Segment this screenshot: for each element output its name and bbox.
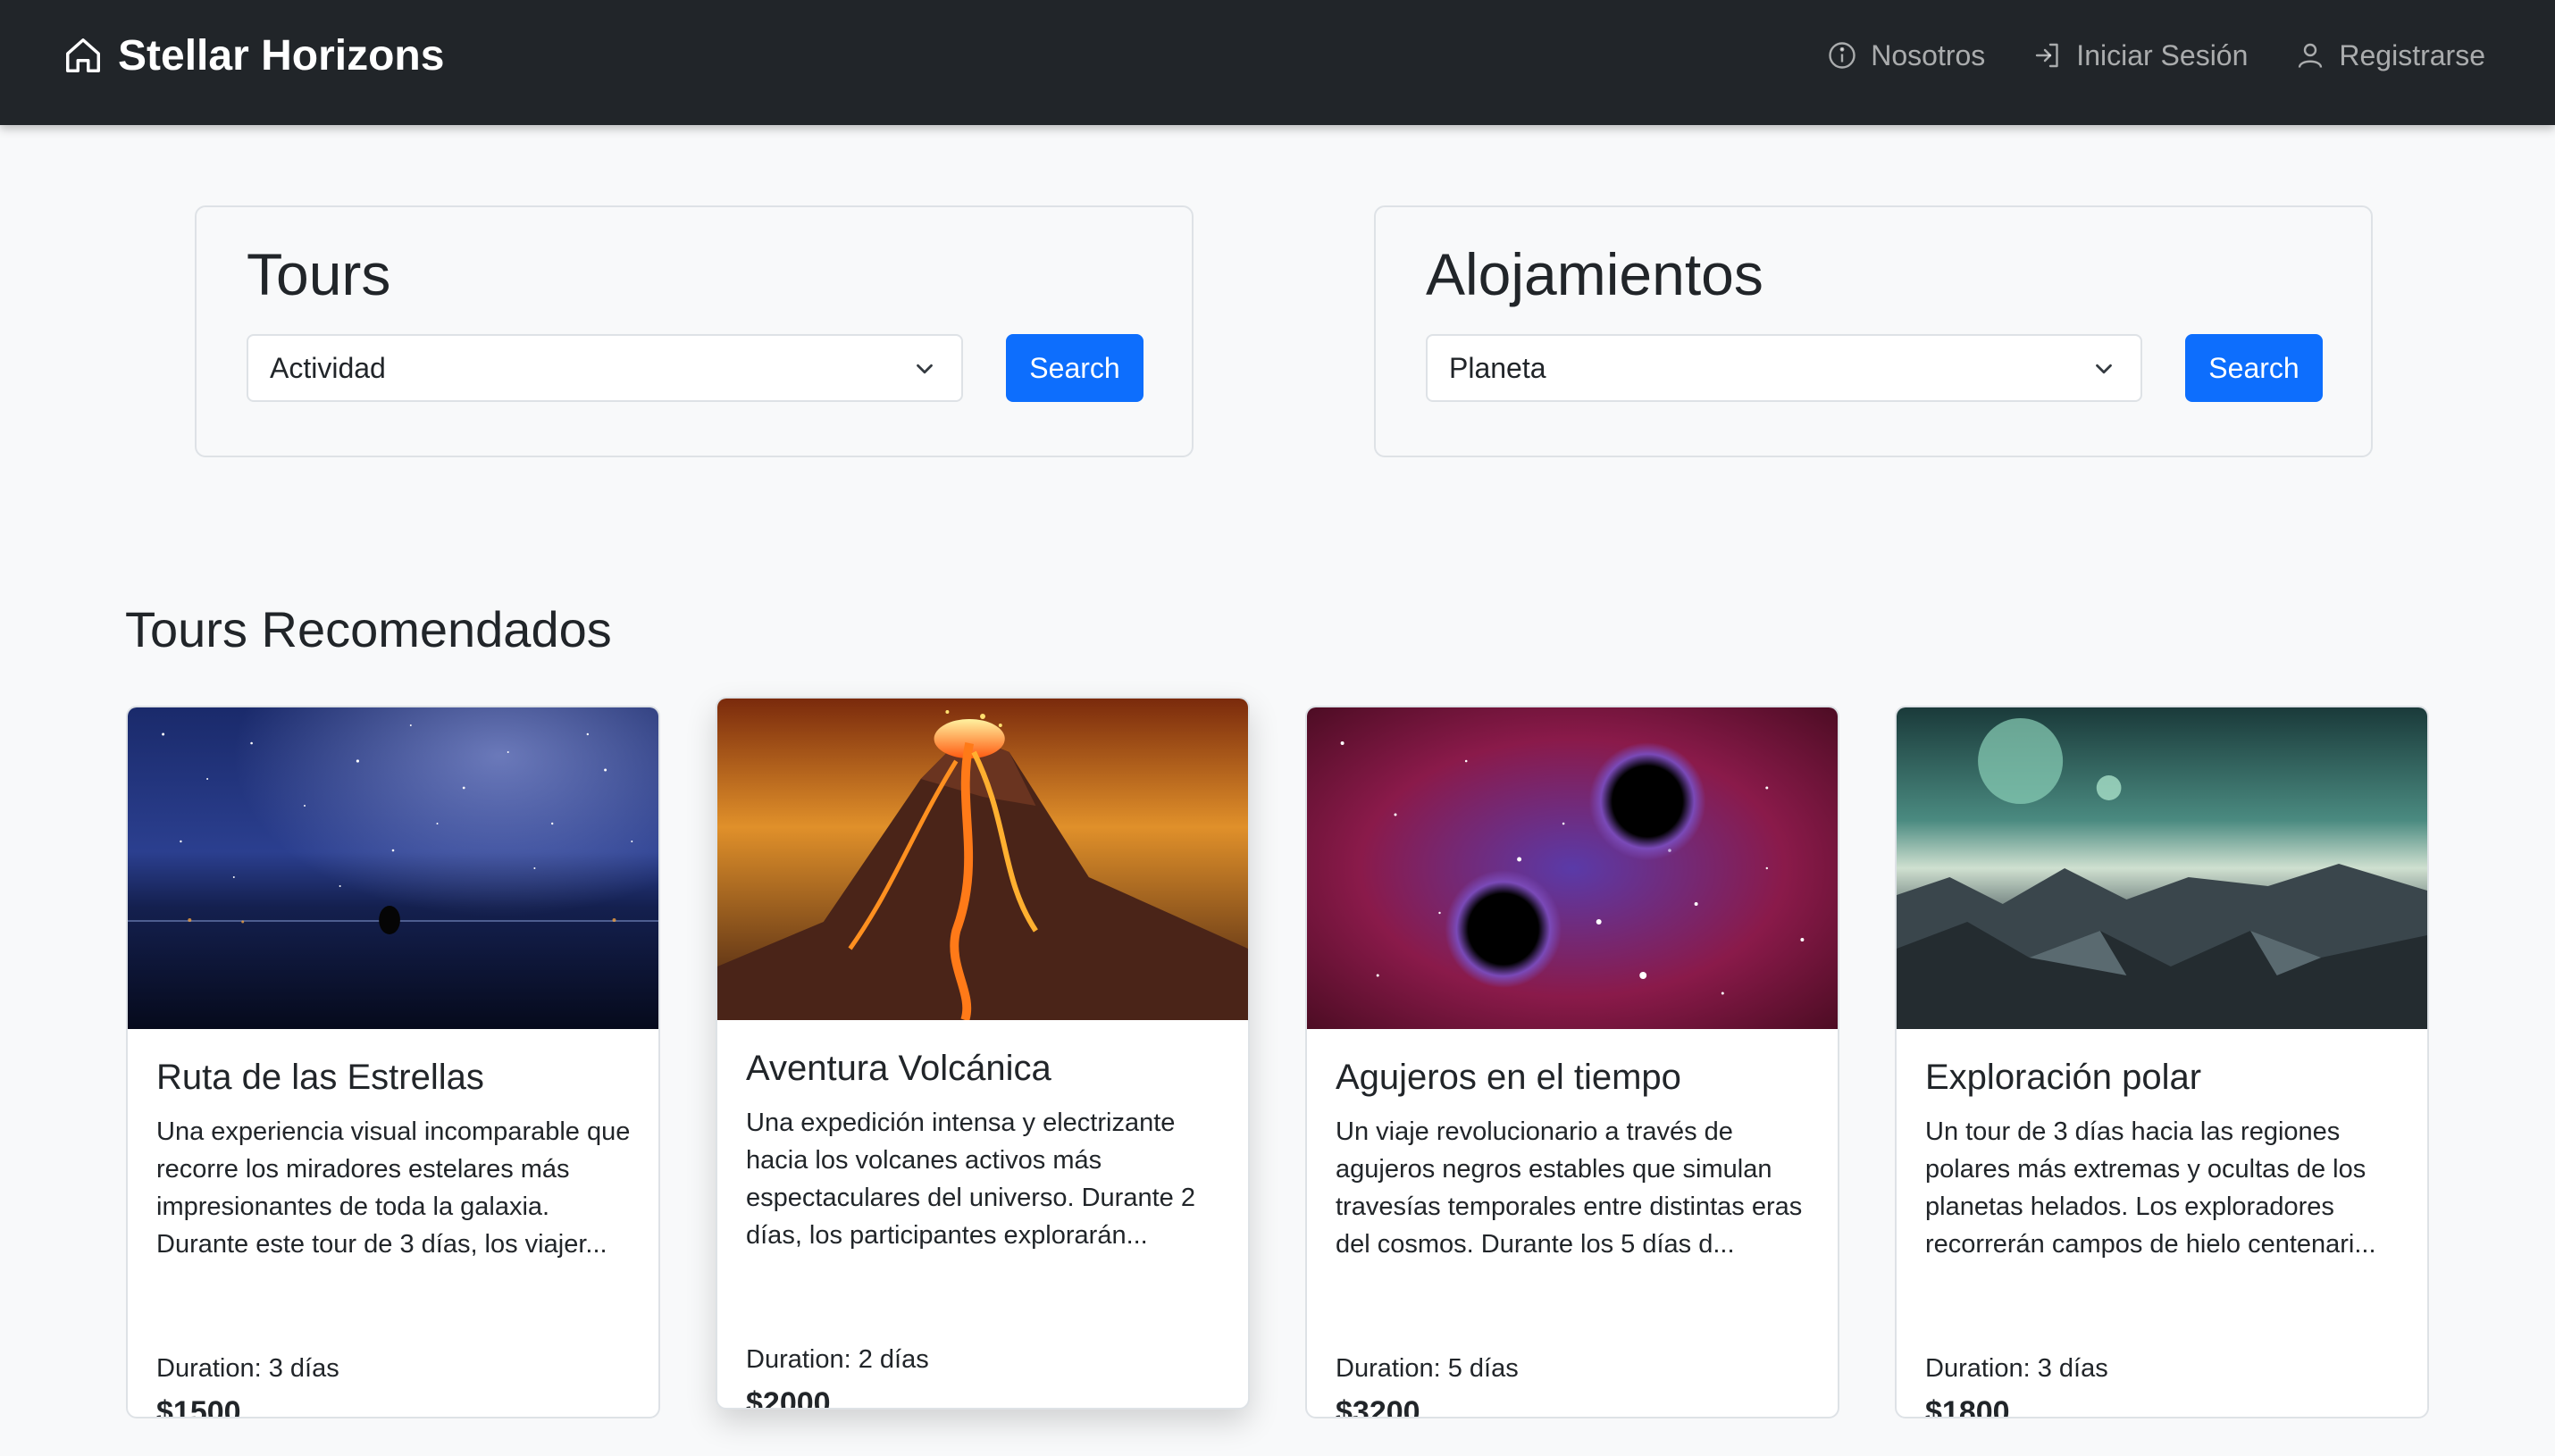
planet-select-value: Planeta bbox=[1449, 351, 1546, 384]
tour-image-polar-landscape bbox=[1897, 707, 2427, 1029]
tours-search-title: Tours bbox=[247, 241, 391, 307]
tour-card-agujeros-tiempo[interactable]: Agujeros en el tiempo Un viaje revolucio… bbox=[1305, 706, 1839, 1418]
tour-card-body: Ruta de las Estrellas Una experiencia vi… bbox=[156, 1056, 633, 1417]
tour-price: $2000 bbox=[746, 1386, 831, 1410]
nav-link-nosotros[interactable]: Nosotros bbox=[1826, 39, 1985, 72]
lodging-search-title: Alojamientos bbox=[1426, 241, 1763, 307]
activity-select-value: Actividad bbox=[270, 351, 386, 384]
tour-title: Exploración polar bbox=[1925, 1058, 2202, 1097]
nav-link-label: Nosotros bbox=[1871, 38, 1986, 71]
planet-select[interactable]: Planeta bbox=[1426, 334, 2142, 402]
nav-link-login[interactable]: Iniciar Sesión bbox=[2031, 39, 2248, 72]
tour-price: $3200 bbox=[1336, 1395, 1420, 1418]
user-icon bbox=[2299, 43, 2323, 68]
tour-title: Ruta de las Estrellas bbox=[156, 1058, 484, 1097]
nav-links: Nosotros Iniciar Sesión Registrarse bbox=[1826, 0, 2485, 111]
navbar: Stellar Horizons Nosotros Iniciar Sesión… bbox=[0, 0, 2555, 125]
tour-duration: Duration: 3 días bbox=[156, 1354, 339, 1383]
nav-link-label: Registrarse bbox=[2339, 38, 2485, 71]
nav-link-register[interactable]: Registrarse bbox=[2294, 39, 2485, 72]
tour-image-black-holes bbox=[1307, 707, 1838, 1029]
tour-duration: Duration: 3 días bbox=[1925, 1354, 2108, 1383]
lodging-search-button[interactable]: Search bbox=[2185, 334, 2323, 402]
lodging-search-card: Alojamientos Planeta Search bbox=[1374, 205, 2373, 457]
chevron-down-icon bbox=[2096, 364, 2112, 374]
tour-duration: Duration: 5 días bbox=[1336, 1354, 1519, 1383]
tour-card-exploracion-polar[interactable]: Exploración polar Un tour de 3 días haci… bbox=[1895, 706, 2429, 1418]
tour-description: Un tour de 3 días hacia las regiones pol… bbox=[1925, 1117, 2376, 1259]
tour-description: Un viaje revolucionario a través de aguj… bbox=[1336, 1117, 1803, 1259]
tour-description: Una experiencia visual incomparable que … bbox=[156, 1117, 631, 1259]
tour-title: Agujeros en el tiempo bbox=[1336, 1058, 1681, 1097]
activity-select[interactable]: Actividad bbox=[247, 334, 963, 402]
home-icon bbox=[66, 38, 100, 72]
tour-image-starry-sky bbox=[128, 707, 658, 1029]
brand-link[interactable]: Stellar Horizons bbox=[63, 0, 444, 111]
tour-description: Una expedición intensa y electrizante ha… bbox=[746, 1109, 1195, 1250]
chevron-down-icon bbox=[917, 364, 933, 374]
tour-card-ruta-estrellas[interactable]: Ruta de las Estrellas Una experiencia vi… bbox=[126, 706, 660, 1418]
tour-duration: Duration: 2 días bbox=[746, 1345, 929, 1374]
login-icon bbox=[2036, 43, 2058, 68]
info-circle-icon bbox=[1829, 42, 1856, 69]
tours-search-button[interactable]: Search bbox=[1006, 334, 1143, 402]
tour-price: $1800 bbox=[1925, 1395, 2010, 1418]
tour-card-body: Agujeros en el tiempo Un viaje revolucio… bbox=[1336, 1056, 1813, 1417]
brand-name: Stellar Horizons bbox=[118, 31, 445, 79]
tour-title: Aventura Volcánica bbox=[746, 1049, 1051, 1088]
tour-card-aventura-volcanica[interactable]: Aventura Volcánica Una expedición intens… bbox=[716, 697, 1250, 1410]
recommended-tours-title: Tours Recomendados bbox=[125, 601, 612, 657]
tour-card-body: Exploración polar Un tour de 3 días haci… bbox=[1925, 1056, 2402, 1417]
nav-link-label: Iniciar Sesión bbox=[2076, 38, 2249, 71]
tour-card-body: Aventura Volcánica Una expedición intens… bbox=[746, 1047, 1223, 1408]
tour-price: $1500 bbox=[156, 1395, 241, 1418]
tour-image-volcano bbox=[717, 699, 1248, 1020]
tours-search-card: Tours Actividad Search bbox=[195, 205, 1194, 457]
